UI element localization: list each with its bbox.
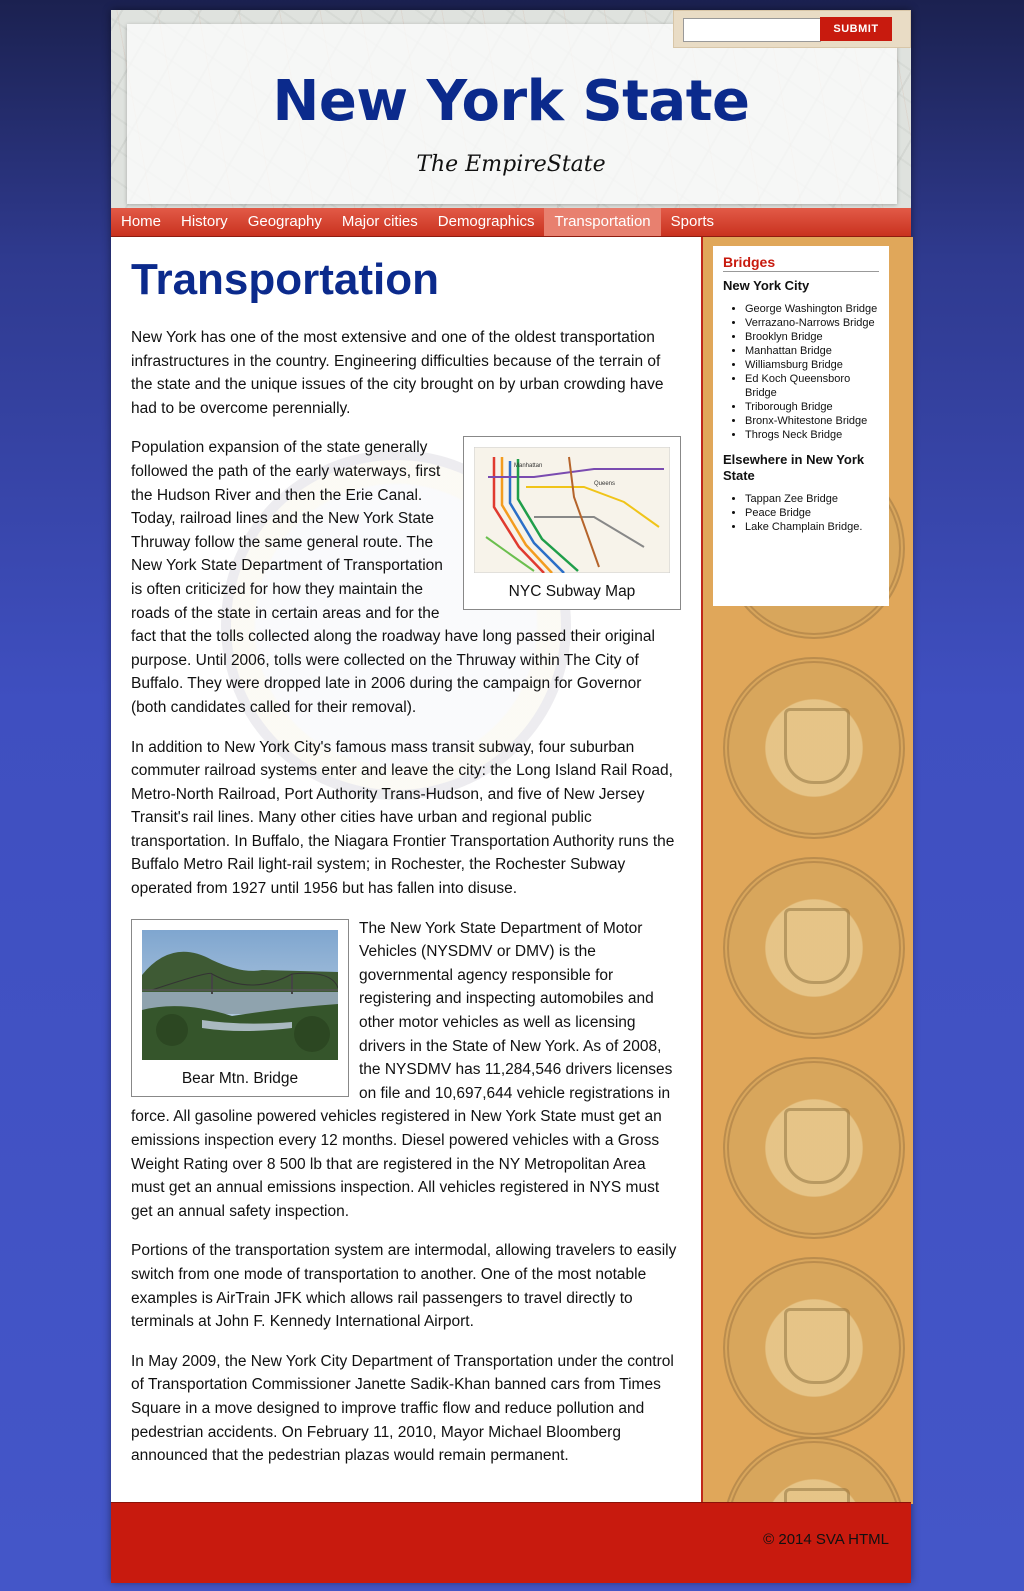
bear-mtn-bridge-image [142, 929, 338, 1060]
nav-item-history[interactable]: History [171, 208, 238, 236]
list-item: George Washington Bridge [745, 302, 879, 316]
search-submit-button[interactable]: SUBMIT [820, 17, 892, 41]
site-header: New York State The EmpireState SUBMIT [111, 10, 911, 210]
list-item: Verrazano-Narrows Bridge [745, 316, 879, 330]
nav-item-transportation[interactable]: Transportation [544, 208, 661, 236]
subway-map-caption: NYC Subway Map [508, 583, 636, 601]
list-item: Bronx-Whitestone Bridge [745, 414, 879, 428]
sidebar-heading: Bridges [723, 254, 879, 272]
list-item: Williamsburg Bridge [745, 358, 879, 372]
subway-map-figure: Manhattan Queens NYC Subway Map [463, 436, 681, 611]
list-item: Ed Koch Queensboro Bridge [745, 372, 879, 400]
main-content: Transportation New York has one of the m… [131, 250, 681, 1484]
subway-map-image: Manhattan Queens [474, 447, 670, 574]
bridge-figure: Bear Mtn. Bridge [131, 918, 349, 1097]
site-tagline: The EmpireState [416, 152, 606, 177]
paragraph-times-square: In May 2009, the New York City Departmen… [131, 1352, 674, 1465]
list-item: Peace Bridge [745, 506, 879, 520]
search-input[interactable] [683, 18, 821, 42]
list-item: Manhattan Bridge [745, 344, 879, 358]
list-item: Lake Champlain Bridge. [745, 520, 879, 534]
nav-item-geography[interactable]: Geography [238, 208, 332, 236]
paragraph-intermodal: Portions of the transportation system ar… [131, 1242, 677, 1331]
bridge-caption: Bear Mtn. Bridge [181, 1069, 299, 1087]
nav-item-demographics[interactable]: Demographics [428, 208, 545, 236]
list-item: Tappan Zee Bridge [745, 492, 879, 506]
nav-item-major-cities[interactable]: Major cities [332, 208, 428, 236]
state-seal-image [723, 1057, 905, 1239]
state-seal-image [723, 1257, 905, 1439]
paragraph-intro: New York has one of the most extensive a… [131, 329, 664, 417]
sidebar-list-elsewhere: Tappan Zee Bridge Peace Bridge Lake Cham… [723, 492, 879, 534]
page-container: New York State The EmpireState SUBMIT Ho… [111, 10, 913, 1583]
page-title: Transportation [131, 255, 440, 304]
state-seal-image [723, 1437, 905, 1504]
paragraph-mass-transit: In addition to New York City's famous ma… [131, 738, 675, 898]
search-form: SUBMIT [673, 10, 911, 48]
state-seal-image [723, 857, 905, 1039]
sidebar-bridges: Bridges New York City George Washington … [713, 246, 889, 606]
list-item: Triborough Bridge [745, 400, 879, 414]
site-title: New York State [272, 69, 750, 134]
site-footer: © 2014 SVA HTML [111, 1502, 911, 1583]
map-label-manhattan: Manhattan [514, 463, 542, 469]
sidebar-group-title: New York City [723, 278, 810, 293]
sidebar-list-nyc: George Washington Bridge Verrazano-Narro… [723, 302, 879, 442]
copyright-text: © 2014 SVA HTML [763, 1531, 889, 1548]
sidebar-group-title: Elsewhere in New York State [723, 452, 865, 483]
state-seal-image [723, 657, 905, 839]
main-nav: Home History Geography Major cities Demo… [111, 208, 911, 237]
nav-item-sports[interactable]: Sports [661, 208, 724, 236]
nav-item-home[interactable]: Home [111, 208, 171, 236]
list-item: Brooklyn Bridge [745, 330, 879, 344]
list-item: Throgs Neck Bridge [745, 428, 879, 442]
map-label-queens: Queens [594, 481, 615, 487]
